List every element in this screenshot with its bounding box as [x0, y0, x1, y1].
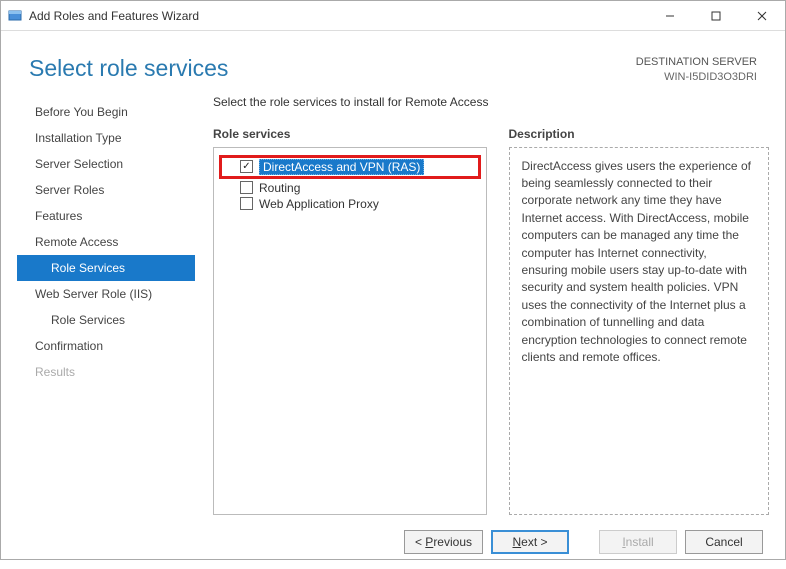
role-item-web-application-proxy[interactable]: Web Application Proxy: [222, 196, 478, 212]
nav-item-server-selection[interactable]: Server Selection: [17, 151, 195, 177]
description-pane: Description DirectAccess gives users the…: [509, 127, 769, 515]
role-item-routing[interactable]: Routing: [222, 180, 478, 196]
role-services-pane: Role services ✓ DirectAccess and VPN (RAS…: [213, 127, 487, 515]
content-area: Before You BeginInstallation TypeServer …: [1, 95, 785, 515]
title-bar: Add Roles and Features Wizard: [1, 1, 785, 31]
nav-item-results: Results: [17, 359, 195, 385]
nav-item-installation-type[interactable]: Installation Type: [17, 125, 195, 151]
role-label: Routing: [259, 181, 300, 195]
nav-item-confirmation[interactable]: Confirmation: [17, 333, 195, 359]
maximize-button[interactable]: [693, 1, 739, 31]
destination-server-label: DESTINATION SERVER: [636, 55, 757, 70]
role-label: DirectAccess and VPN (RAS): [259, 159, 424, 175]
description-title: Description: [509, 127, 769, 141]
page-title: Select role services: [29, 55, 228, 82]
role-services-list: ✓ DirectAccess and VPN (RAS) Routing Web Ap…: [213, 147, 487, 515]
instruction-text: Select the role services to install for …: [213, 95, 769, 109]
nav-item-web-server-role-iis-[interactable]: Web Server Role (IIS): [17, 281, 195, 307]
destination-server-name: WIN-I5DID3O3DRI: [636, 70, 757, 85]
wizard-nav: Before You BeginInstallation TypeServer …: [17, 95, 195, 515]
nav-item-role-services[interactable]: Role Services: [17, 255, 195, 281]
role-checkbox[interactable]: [240, 197, 253, 210]
nav-item-features[interactable]: Features: [17, 203, 195, 229]
header: Select role services DESTINATION SERVER …: [1, 31, 785, 95]
cancel-button[interactable]: Cancel: [685, 530, 763, 554]
nav-item-role-services[interactable]: Role Services: [17, 307, 195, 333]
window-title: Add Roles and Features Wizard: [29, 9, 199, 23]
role-checkbox[interactable]: [240, 181, 253, 194]
minimize-button[interactable]: [647, 1, 693, 31]
nav-item-remote-access[interactable]: Remote Access: [17, 229, 195, 255]
main-panel: Select the role services to install for …: [195, 95, 769, 515]
role-services-title: Role services: [213, 127, 487, 141]
app-icon: [7, 8, 23, 24]
close-button[interactable]: [739, 1, 785, 31]
install-button[interactable]: Install: [599, 530, 677, 554]
role-item-directaccess-and-vpn-ras-[interactable]: ✓ DirectAccess and VPN (RAS): [222, 158, 478, 176]
nav-item-server-roles[interactable]: Server Roles: [17, 177, 195, 203]
footer: < Previous Next > Install Cancel: [1, 515, 785, 569]
previous-button[interactable]: < Previous: [404, 530, 483, 554]
description-text: DirectAccess gives users the experience …: [509, 147, 769, 515]
next-button[interactable]: Next >: [491, 530, 569, 554]
nav-item-before-you-begin[interactable]: Before You Begin: [17, 99, 195, 125]
role-checkbox[interactable]: ✓: [240, 160, 253, 173]
destination-server-info: DESTINATION SERVER WIN-I5DID3O3DRI: [636, 55, 757, 85]
role-label: Web Application Proxy: [259, 197, 379, 211]
